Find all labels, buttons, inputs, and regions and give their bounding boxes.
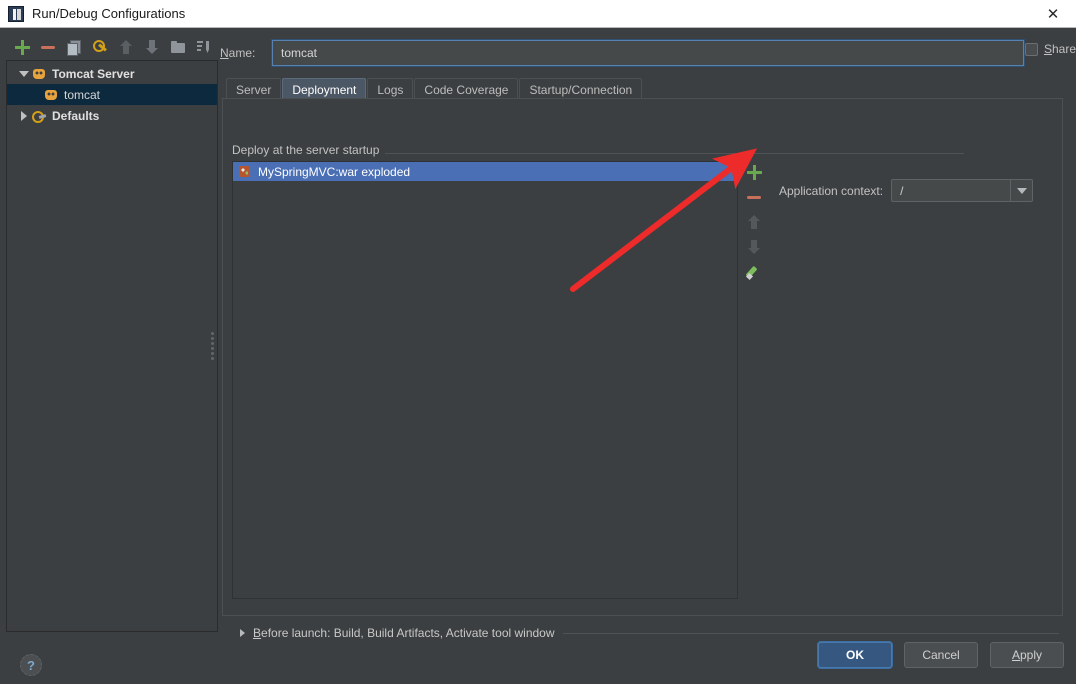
chevron-right-icon[interactable] — [17, 110, 31, 121]
pencil-icon[interactable] — [746, 264, 762, 280]
intellij-idea-icon — [8, 5, 24, 22]
application-context-value: / — [900, 183, 904, 198]
tab-logs[interactable]: Logs — [367, 78, 414, 100]
name-row: Name: — [220, 39, 1076, 67]
checkbox-box[interactable] — [1024, 42, 1038, 56]
folder-icon[interactable] — [170, 39, 186, 55]
artifact-label: MySpringMVC:war exploded — [258, 164, 411, 179]
tree-item-tomcat-server[interactable]: Tomcat Server — [7, 63, 217, 84]
name-label: Name: — [220, 46, 256, 60]
deployment-tab-panel: Deploy at the server startup MySpringMVC… — [222, 98, 1063, 616]
tab-server[interactable]: Server — [226, 78, 282, 100]
tree-item-label: Defaults — [52, 108, 100, 123]
arrow-up-icon[interactable] — [118, 39, 134, 55]
tab-startup-connection[interactable]: Startup/Connection — [519, 78, 643, 100]
application-context-label: Application context: — [779, 183, 884, 198]
cancel-button[interactable]: Cancel — [904, 642, 978, 668]
tree-item-defaults[interactable]: Defaults — [7, 105, 217, 126]
editor-tabs: Server Deployment Logs Code Coverage Sta… — [226, 76, 643, 100]
tree-item-tomcat[interactable]: tomcat — [7, 84, 217, 105]
plus-icon[interactable] — [14, 39, 30, 55]
arrow-down-icon[interactable] — [144, 39, 160, 55]
window-title: Run/Debug Configurations — [32, 6, 186, 21]
tab-deployment[interactable]: Deployment — [282, 78, 367, 100]
minus-icon[interactable] — [746, 189, 762, 205]
panel-splitter[interactable] — [208, 328, 216, 364]
configuration-editor: Name: Share Server Deployment Logs Code … — [220, 28, 1076, 684]
chevron-down-icon[interactable] — [1010, 180, 1032, 201]
arrow-down-icon[interactable] — [746, 239, 762, 255]
deploy-section-label: Deploy at the server startup — [232, 143, 386, 157]
defaults-icon — [31, 109, 47, 123]
configurations-panel: Tomcat Server tomcat Defaults ? — [6, 34, 218, 676]
tomcat-icon — [43, 88, 59, 102]
tab-code-coverage[interactable]: Code Coverage — [414, 78, 519, 100]
chevron-down-icon[interactable] — [17, 70, 31, 77]
close-icon[interactable]: ✕ — [1030, 0, 1076, 27]
list-item[interactable]: MySpringMVC:war exploded — [233, 162, 737, 181]
name-input[interactable] — [271, 39, 1025, 67]
copy-icon[interactable] — [66, 39, 82, 56]
deployment-toolbar — [743, 161, 765, 599]
dialog-button-bar: OK Cancel Apply — [818, 642, 1064, 668]
chevron-right-icon[interactable] — [240, 629, 245, 637]
share-label: Share — [1043, 42, 1076, 56]
sort-icon[interactable] — [196, 39, 212, 55]
tree-item-label: Tomcat Server — [52, 66, 135, 81]
tree-item-label: tomcat — [64, 87, 101, 102]
configurations-tree: Tomcat Server tomcat Defaults — [6, 60, 218, 632]
help-button[interactable]: ? — [20, 654, 42, 676]
configurations-toolbar — [6, 34, 218, 60]
share-checkbox[interactable]: Share — [1024, 42, 1076, 56]
wrench-icon[interactable] — [92, 39, 108, 55]
window-titlebar: Run/Debug Configurations ✕ — [0, 0, 1076, 28]
plus-icon[interactable] — [746, 164, 762, 180]
minus-icon[interactable] — [40, 39, 56, 55]
before-launch-section[interactable]: Before launch: Build, Build Artifacts, A… — [222, 624, 1063, 642]
section-divider — [562, 632, 1059, 634]
apply-button[interactable]: Apply — [990, 642, 1064, 668]
tomcat-icon — [31, 67, 47, 81]
before-launch-label[interactable]: Before launch: Build, Build Artifacts, A… — [253, 626, 555, 640]
arrow-up-icon[interactable] — [746, 214, 762, 230]
run-debug-configurations-dialog: Tomcat Server tomcat Defaults ? Name: Sh… — [0, 28, 1076, 684]
artifact-icon — [239, 165, 252, 178]
deployment-artifacts-list[interactable]: MySpringMVC:war exploded — [232, 161, 738, 599]
application-context-row: Application context: / — [779, 179, 1034, 202]
application-context-combobox[interactable]: / — [891, 179, 1034, 202]
ok-button[interactable]: OK — [818, 642, 892, 668]
